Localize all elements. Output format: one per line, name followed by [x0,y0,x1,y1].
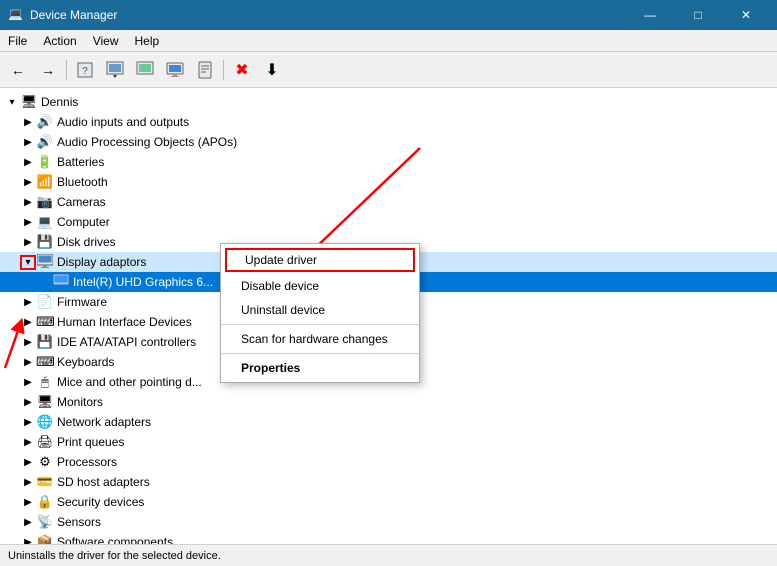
app-icon: 💻 [8,7,24,23]
expand-icon[interactable]: ▶ [20,117,36,128]
context-menu-disable-device[interactable]: Disable device [221,274,419,298]
expand-icon[interactable]: ▶ [20,237,36,248]
root-expand-icon[interactable]: ▾ [4,97,20,108]
tree-label: Security devices [57,495,144,509]
expand-icon[interactable]: ▶ [20,157,36,168]
minimize-button[interactable]: — [627,0,673,30]
expand-icon[interactable]: ▶ [20,197,36,208]
list-item[interactable]: ▶ 🖥 Monitors [0,392,777,412]
list-item[interactable]: ▶ 🖨 Print queues [0,432,777,452]
list-item[interactable]: ▶ ⚙ Processors [0,452,777,472]
tree-label: IDE ATA/ATAPI controllers [57,335,196,349]
root-label: Dennis [41,95,78,109]
context-menu-uninstall-device[interactable]: Uninstall device [221,298,419,322]
toolbar-update[interactable] [101,56,129,84]
list-item[interactable]: ▶ 🔋 Batteries [0,152,777,172]
menu-view[interactable]: View [85,30,127,51]
list-item[interactable]: ▶ 🔊 Audio inputs and outputs [0,112,777,132]
list-item[interactable]: ▶ 💳 SD host adapters [0,472,777,492]
expand-icon[interactable]: ▶ [20,497,36,508]
list-item[interactable]: ▶ 📷 Cameras [0,192,777,212]
tree-label: Display adaptors [57,255,146,269]
tree-label: Print queues [57,435,124,449]
tree-label: Batteries [57,155,104,169]
expand-icon[interactable]: ▶ [20,357,36,368]
menu-bar: File Action View Help [0,30,777,52]
toolbar-settings[interactable] [191,56,219,84]
window-controls: — □ ✕ [627,0,769,30]
tree-label: Intel(R) UHD Graphics 6... [73,275,213,289]
tree-label: Processors [57,455,117,469]
list-item[interactable]: ▶ 🔊 Audio Processing Objects (APOs) [0,132,777,152]
close-button[interactable]: ✕ [723,0,769,30]
svg-text:?: ? [82,66,88,77]
context-menu-sep1 [221,324,419,325]
expand-icon[interactable]: ▶ [20,537,36,545]
status-text: Uninstalls the driver for the selected d… [8,550,221,562]
main-container: ▾ 🖥 Dennis ▶ 🔊 Audio inputs and outputs … [0,88,777,544]
tree-label: Sensors [57,515,101,529]
expand-icon[interactable]: ▶ [20,177,36,188]
status-bar: Uninstalls the driver for the selected d… [0,544,777,566]
tree-label: Cameras [57,195,106,209]
expand-icon[interactable]: ▶ [20,477,36,488]
context-menu-sep2 [221,353,419,354]
list-item[interactable]: ▶ 📶 Bluetooth [0,172,777,192]
expand-icon[interactable]: ▶ [20,377,36,388]
toolbar-back[interactable]: ← [4,56,32,84]
toolbar-sep2 [223,60,224,80]
context-menu-properties[interactable]: Properties [221,356,419,380]
tree-label: Audio Processing Objects (APOs) [57,135,237,149]
tree-label: SD host adapters [57,475,150,489]
context-menu-update-driver[interactable]: Update driver [225,248,415,272]
display-adaptors-expand-icon[interactable]: ▾ [20,255,36,270]
tree-label: Bluetooth [57,175,108,189]
expand-icon[interactable]: ▶ [20,417,36,428]
expand-icon [36,277,52,288]
maximize-button[interactable]: □ [675,0,721,30]
expand-icon[interactable]: ▶ [20,297,36,308]
expand-icon[interactable]: ▶ [20,457,36,468]
list-item[interactable]: ▶ 💻 Computer [0,212,777,232]
tree-label: Disk drives [57,235,116,249]
expand-icon[interactable]: ▶ [20,517,36,528]
list-item[interactable]: ▶ 🔒 Security devices [0,492,777,512]
context-menu: Update driver Disable device Uninstall d… [220,243,420,383]
computer-icon: 🖥 [20,94,38,110]
tree-label: Keyboards [57,355,114,369]
toolbar: ← → ? ✖ ⬇ [0,52,777,88]
tree-label: Firmware [57,295,107,309]
expand-icon[interactable]: ▶ [20,437,36,448]
context-menu-scan[interactable]: Scan for hardware changes [221,327,419,351]
toolbar-properties[interactable]: ? [71,56,99,84]
tree-root[interactable]: ▾ 🖥 Dennis [0,92,777,112]
toolbar-monitor[interactable] [161,56,189,84]
toolbar-remove[interactable]: ✖ [228,56,256,84]
toolbar-scan[interactable] [131,56,159,84]
tree-label: Mice and other pointing d... [57,375,202,389]
tree-label: Network adapters [57,415,151,429]
expand-icon[interactable]: ▶ [20,217,36,228]
toolbar-forward[interactable]: → [34,56,62,84]
expand-icon[interactable]: ▶ [20,337,36,348]
menu-file[interactable]: File [0,30,35,51]
menu-help[interactable]: Help [127,30,168,51]
tree-label: Human Interface Devices [57,315,192,329]
list-item[interactable]: ▶ 📦 Software components [0,532,777,544]
tree-label: Computer [57,215,110,229]
window-title: Device Manager [30,8,117,22]
menu-action[interactable]: Action [35,30,84,51]
title-bar: 💻 Device Manager — □ ✕ [0,0,777,30]
tree-label: Audio inputs and outputs [57,115,189,129]
expand-icon[interactable]: ▶ [20,137,36,148]
tree-label: Software components [57,535,173,544]
toolbar-sep1 [66,60,67,80]
list-item[interactable]: ▶ 📡 Sensors [0,512,777,532]
expand-icon[interactable]: ▶ [20,317,36,328]
expand-icon[interactable]: ▶ [20,397,36,408]
tree-label: Monitors [57,395,103,409]
list-item[interactable]: ▶ 🌐 Network adapters [0,412,777,432]
toolbar-download[interactable]: ⬇ [258,56,286,84]
